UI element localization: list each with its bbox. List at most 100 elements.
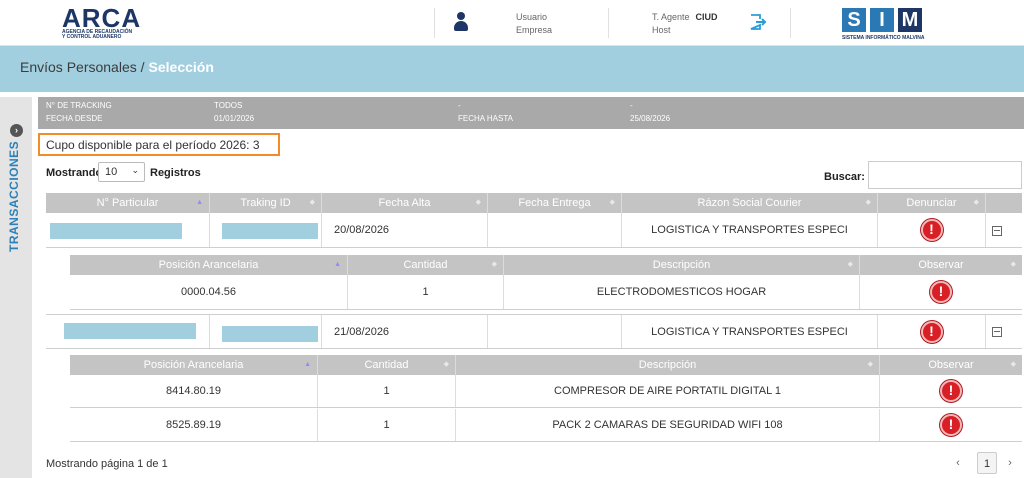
collapse-icon[interactable] (992, 226, 1002, 236)
observar-cell: ! (880, 409, 1022, 441)
col-fecha-alta[interactable]: Fecha Alta ◆ (322, 193, 488, 213)
posicion-cell: 8414.80.19 (70, 375, 318, 407)
redacted-value (50, 223, 182, 239)
filter-dash: - (630, 101, 633, 110)
alert-icon[interactable]: ! (920, 320, 943, 343)
sub-table-row[interactable]: 8414.80.19 1 COMPRESOR DE AIRE PORTATIL … (70, 375, 1022, 408)
chevron-right-icon[interactable]: › (10, 124, 23, 137)
chevron-down-icon: ⌄ (131, 165, 139, 175)
tracking-label: N° DE TRACKING (46, 101, 112, 110)
courier-cell: LOGISTICA Y TRANSPORTES ESPECI (622, 315, 878, 348)
header-divider (608, 8, 609, 38)
redacted-value (222, 223, 318, 239)
table-row[interactable]: 20/08/2026 LOGISTICA Y TRANSPORTES ESPEC… (46, 213, 1022, 248)
registros-label: Registros (150, 167, 201, 179)
courier-cell: LOGISTICA Y TRANSPORTES ESPECI (622, 213, 878, 247)
cupo-disponible: Cupo disponible para el período 2026: 3 (38, 133, 280, 156)
table-row[interactable]: 21/08/2026 LOGISTICA Y TRANSPORTES ESPEC… (46, 314, 1022, 349)
col-descripcion[interactable]: Descripción ◆ (504, 255, 860, 275)
col-razon-social[interactable]: Rázon Social Courier ◆ (622, 193, 878, 213)
denunciar-cell: ! (878, 213, 986, 247)
breadcrumb: Envíos Personales / Selección (20, 59, 214, 75)
agente-value: CIUD (695, 12, 718, 22)
descripcion-cell: PACK 2 CAMARAS DE SEGURIDAD WIFI 108 (456, 409, 880, 441)
tracking-value: TODOS (214, 101, 243, 110)
posicion-cell: 8525.89.19 (70, 409, 318, 441)
fecha-alta-cell: 21/08/2026 (322, 315, 488, 348)
collapse-icon[interactable] (992, 327, 1002, 337)
breadcrumb-section[interactable]: Envíos Personales / (20, 59, 145, 75)
page-title-bar: Envíos Personales / Selección (0, 46, 1024, 92)
alert-icon[interactable]: ! (940, 380, 962, 402)
paging-info: Mostrando página 1 de 1 (46, 458, 168, 470)
fecha-entrega-cell (488, 315, 622, 348)
app-header: ARCA AGENCIA DE RECAUDACIÓN Y CONTROL AD… (0, 0, 1024, 46)
mostrando-label: Mostrando (46, 167, 103, 179)
usuario-label: Usuario (516, 12, 548, 22)
col-tracking-id[interactable]: Traking ID ◆ (210, 193, 322, 213)
descripcion-cell: ELECTRODOMESTICOS HOGAR (504, 275, 860, 309)
observar-cell: ! (860, 275, 1022, 309)
col-cantidad[interactable]: Cantidad ◆ (348, 255, 504, 275)
col-fecha-entrega[interactable]: Fecha Entrega ◆ (488, 193, 622, 213)
pager-prev[interactable]: ‹ (952, 452, 964, 474)
col-posicion-arancelaria[interactable]: Posición Arancelaria ▲ (70, 355, 318, 375)
n-particular-cell (46, 315, 210, 348)
fecha-entrega-cell (488, 213, 622, 247)
cantidad-cell: 1 (318, 409, 456, 441)
pager-page-1[interactable]: 1 (977, 452, 997, 474)
agent-info: T. Agente CIUD Host (652, 11, 718, 37)
alert-icon[interactable]: ! (940, 414, 962, 436)
logout-icon[interactable] (750, 14, 768, 30)
header-divider (434, 8, 435, 38)
n-particular-cell (46, 213, 210, 247)
col-descripcion[interactable]: Descripción ◆ (456, 355, 880, 375)
sub-table-row[interactable]: 8525.89.19 1 PACK 2 CAMARAS DE SEGURIDAD… (70, 409, 1022, 442)
tracking-id-cell (210, 315, 322, 348)
host-label: Host (652, 25, 671, 35)
fecha-desde-label: FECHA DESDE (46, 114, 103, 123)
header-divider (790, 8, 791, 38)
redacted-value (64, 323, 196, 339)
col-n-particular[interactable]: N° Particular ▲ (46, 193, 210, 213)
arca-logo-text: ARCA (62, 3, 142, 33)
sim-letter-i: I (870, 8, 894, 32)
alert-icon[interactable]: ! (930, 281, 952, 303)
col-posicion-arancelaria[interactable]: Posición Arancelaria ▲ (70, 255, 348, 275)
col-observar[interactable]: Observar ◆ (880, 355, 1022, 375)
sim-letter-m: M (898, 8, 922, 32)
observar-cell: ! (880, 375, 1022, 407)
denunciar-cell: ! (878, 315, 986, 348)
posicion-cell: 0000.04.56 (70, 275, 348, 309)
sim-letter-s: S (842, 8, 866, 32)
alert-icon[interactable]: ! (920, 219, 943, 241)
filter-summary: N° DE TRACKING TODOS - - FECHA DESDE 01/… (38, 97, 1024, 129)
user-info: Usuario Empresa (516, 11, 552, 37)
transactions-side-tab[interactable]: › TRANSACCIONES (0, 97, 32, 478)
arca-logo: ARCA AGENCIA DE RECAUDACIÓN Y CONTROL AD… (62, 3, 152, 42)
page-size-value: 10 (105, 166, 118, 178)
fecha-alta-cell: 20/08/2026 (322, 213, 488, 247)
search-input[interactable] (868, 161, 1022, 189)
page-title: Selección (148, 59, 214, 75)
user-icon (454, 12, 468, 34)
fecha-hasta-value: 25/08/2026 (630, 114, 671, 123)
main-table-header: N° Particular ▲ Traking ID ◆ Fecha Alta ◆ F… (46, 193, 1022, 213)
col-observar[interactable]: Observar ◆ (860, 255, 1022, 275)
agente-label: T. Agente (652, 12, 690, 22)
pager-next[interactable]: › (1004, 452, 1016, 474)
sim-logo-sub: SISTEMA INFORMÁTICO MALVINA (842, 35, 925, 41)
cantidad-cell: 1 (318, 375, 456, 407)
col-denunciar[interactable]: Denunciar ◆ (878, 193, 986, 213)
tracking-id-cell (210, 213, 322, 247)
sub-table-row[interactable]: 0000.04.56 1 ELECTRODOMESTICOS HOGAR ! (70, 275, 1022, 310)
empresa-label: Empresa (516, 25, 553, 35)
descripcion-cell: COMPRESOR DE AIRE PORTATIL DIGITAL 1 (456, 375, 880, 407)
col-cantidad[interactable]: Cantidad ◆ (318, 355, 456, 375)
fecha-hasta-label: FECHA HASTA (458, 114, 513, 123)
page-size-select[interactable]: 10 ⌄ (98, 162, 145, 182)
sub-table-header: Posición Arancelaria ▲ Cantidad ◆ Descripc… (70, 255, 1022, 275)
fecha-desde-value: 01/01/2026 (214, 114, 255, 123)
redacted-value (222, 326, 318, 342)
buscar-label: Buscar: (824, 171, 865, 183)
